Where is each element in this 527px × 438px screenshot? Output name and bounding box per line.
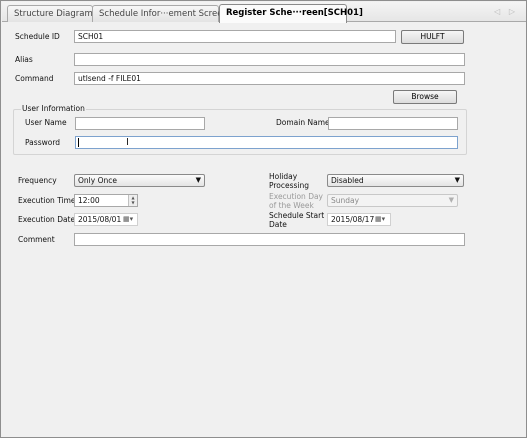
tab-register-schedule[interactable]: Register Sche···reen[SCH01] <box>219 4 363 23</box>
time-spinner-icon[interactable]: ▲ ▼ <box>128 195 137 206</box>
spin-down-icon[interactable]: ▼ <box>129 200 137 205</box>
schedule-start-date-label-line1: Schedule Start <box>269 211 325 220</box>
execution-day-value: Sunday <box>331 196 360 205</box>
password-label: Password <box>25 138 61 147</box>
dropdown-arrow-icon: ▼ <box>454 176 460 184</box>
frequency-select[interactable]: Only Once ▼ <box>74 174 205 187</box>
schedule-start-date-label-line2: Date <box>269 220 287 229</box>
comment-field[interactable] <box>74 233 465 246</box>
schedule-id-field[interactable]: SCH01 <box>74 30 396 43</box>
execution-time-label: Execution Time <box>18 196 76 205</box>
tab-schedule-information[interactable]: Schedule Infor···ement Screen <box>92 5 228 22</box>
execution-date-label: Execution Date <box>18 215 76 224</box>
domain-name-label: Domain Name <box>276 118 330 127</box>
user-name-label: User Name <box>25 118 67 127</box>
hulft-button[interactable]: HULFT <box>401 30 464 44</box>
tab-structure-diagram[interactable]: Structure Diagram <box>7 5 93 22</box>
alias-field[interactable] <box>74 53 465 66</box>
execution-date-value: 2015/08/01 <box>78 215 122 224</box>
execution-time-value: 12:00 <box>78 196 100 205</box>
user-information-title: User Information <box>21 104 86 113</box>
holiday-processing-label-line1: Holiday <box>269 172 298 181</box>
command-field[interactable]: utlsend -f FILE01 <box>74 72 465 85</box>
browse-button[interactable]: Browse <box>393 90 457 104</box>
frequency-label: Frequency <box>18 176 57 185</box>
text-cursor <box>78 138 79 147</box>
calendar-dropdown-icon[interactable]: ▦▾ <box>375 214 389 225</box>
password-field[interactable] <box>75 136 458 149</box>
calendar-dropdown-icon[interactable]: ▦▾ <box>123 214 137 225</box>
schedule-start-date-value: 2015/08/17 <box>331 215 375 224</box>
comment-label: Comment <box>18 235 55 244</box>
holiday-processing-label-line2: Processing <box>269 181 310 190</box>
tab-scroll-arrows-icon[interactable]: ◁ ▷ <box>494 7 518 16</box>
schedule-id-label: Schedule ID <box>15 32 60 41</box>
register-schedule-window: Structure Diagram Schedule Infor···ement… <box>0 0 527 438</box>
alias-label: Alias <box>15 55 33 64</box>
command-label: Command <box>15 74 54 83</box>
tab-bar: Structure Diagram Schedule Infor···ement… <box>2 2 526 23</box>
frequency-value: Only Once <box>78 176 117 185</box>
domain-name-field[interactable] <box>328 117 458 130</box>
dropdown-arrow-icon: ▼ <box>448 196 454 204</box>
holiday-processing-value: Disabled <box>331 176 364 185</box>
execution-day-select: Sunday ▼ <box>327 194 458 207</box>
ibeam-cursor-icon: I <box>126 137 129 148</box>
execution-day-label-line1: Execution Day <box>269 192 323 201</box>
dropdown-arrow-icon: ▼ <box>195 176 201 184</box>
execution-day-label-line2: of the Week <box>269 201 314 210</box>
user-name-field[interactable] <box>75 117 205 130</box>
holiday-processing-select[interactable]: Disabled ▼ <box>327 174 464 187</box>
